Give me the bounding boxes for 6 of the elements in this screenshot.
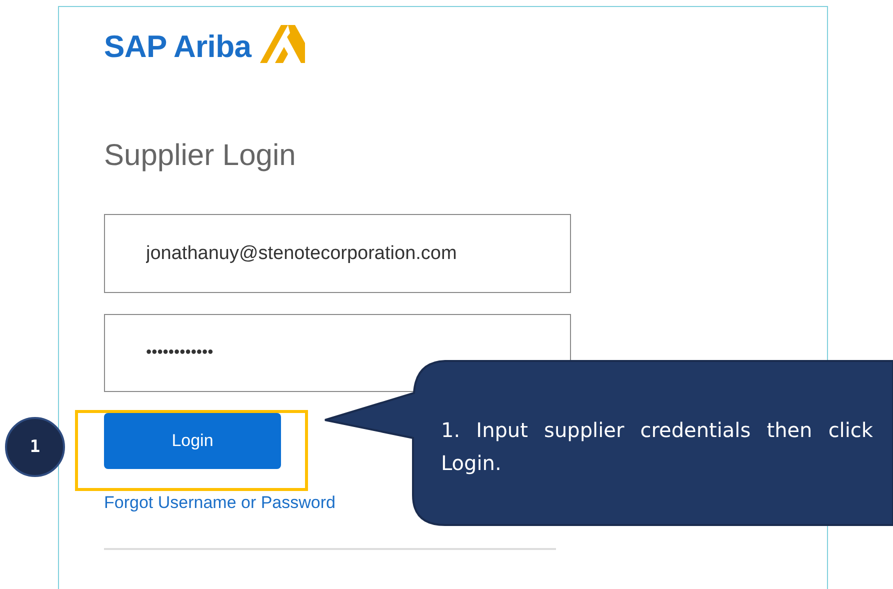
page-title: Supplier Login bbox=[104, 138, 296, 174]
logo-text: SAP Ariba bbox=[104, 29, 252, 65]
login-button[interactable]: Login bbox=[104, 413, 281, 469]
callout-text: 1. Input supplier credentials then click Login. bbox=[441, 417, 873, 477]
step-badge: 1 bbox=[5, 417, 65, 477]
forgot-password-link[interactable]: Forgot Username or Password bbox=[104, 493, 336, 513]
